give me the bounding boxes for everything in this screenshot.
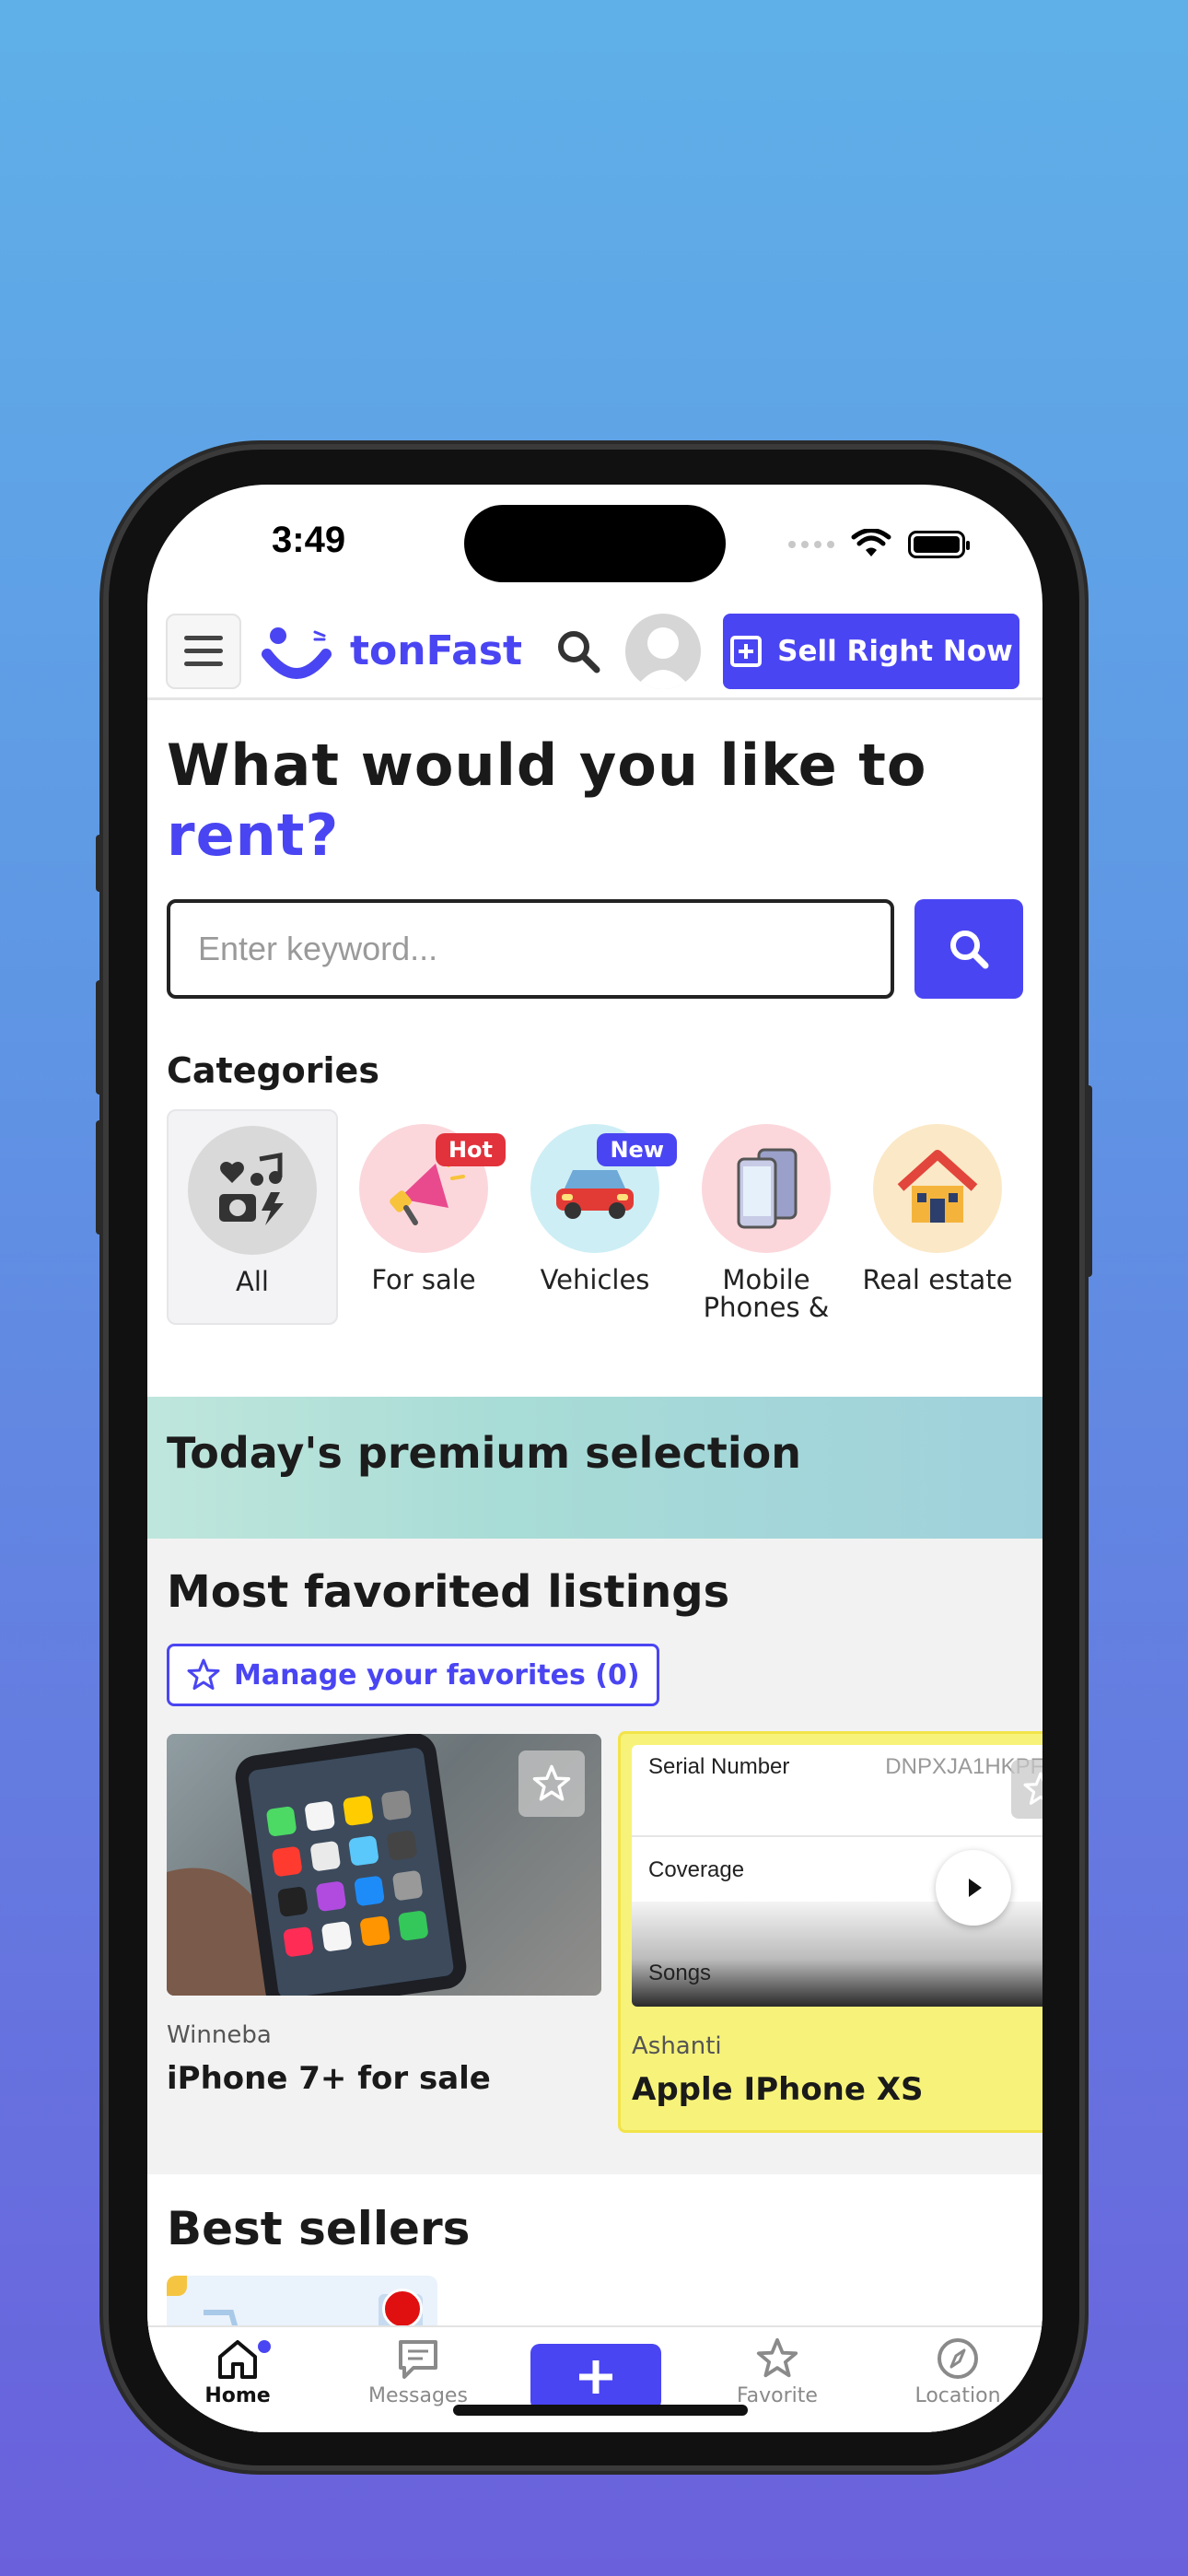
status-time: 3:49 bbox=[272, 520, 346, 560]
mute-switch bbox=[96, 835, 103, 892]
category-label: All bbox=[236, 1266, 269, 1297]
category-mobile-phones[interactable]: Mobile Phones & bbox=[681, 1109, 852, 1325]
home-indicator[interactable] bbox=[453, 2405, 748, 2416]
battery-icon bbox=[908, 531, 970, 558]
smile-logo-icon bbox=[262, 626, 332, 679]
coverage-label: Coverage bbox=[648, 1857, 745, 1882]
sell-right-now-button[interactable]: Sell Right Now bbox=[722, 613, 1019, 689]
sell-button-label: Sell Right Now bbox=[777, 634, 1013, 668]
category-list: All Hot For sale New Vehicles Mobile Pho… bbox=[167, 1109, 1023, 1325]
house-icon bbox=[873, 1124, 1002, 1253]
tab-label: Location bbox=[914, 2384, 1001, 2407]
star-icon bbox=[756, 2337, 798, 2378]
tab-messages[interactable]: Messages bbox=[335, 2336, 501, 2407]
volume-down-button bbox=[96, 1120, 103, 1235]
bottom-tab-bar: Home Messages Favorite Location bbox=[147, 2325, 1042, 2432]
star-outline-icon bbox=[187, 1658, 220, 1690]
tab-location[interactable]: Location bbox=[875, 2336, 1041, 2407]
category-vehicles[interactable]: New Vehicles bbox=[509, 1109, 681, 1325]
power-button bbox=[1085, 1085, 1092, 1277]
listing-image: Serial Number DNPXJA1HKPFI Coverage Song… bbox=[632, 1745, 1042, 2007]
logo[interactable]: tonFast bbox=[258, 619, 522, 684]
signal-icon bbox=[788, 541, 834, 548]
serial-number-label: Serial Number bbox=[648, 1754, 790, 1779]
play-icon bbox=[969, 1879, 982, 1897]
search-icon bbox=[950, 931, 989, 969]
new-badge: New bbox=[597, 1133, 677, 1166]
listing-location: Winneba bbox=[167, 2021, 272, 2049]
tab-label: Home bbox=[204, 2384, 271, 2407]
home-icon bbox=[218, 2340, 257, 2379]
avatar[interactable] bbox=[624, 613, 701, 689]
category-label: For sale bbox=[371, 1264, 476, 1295]
status-icons bbox=[788, 529, 970, 560]
wifi-icon bbox=[851, 529, 891, 556]
category-label: Vehicles bbox=[540, 1264, 650, 1295]
volume-up-button bbox=[96, 980, 103, 1095]
favorited-listings-section: Most favorited listings Manage your favo… bbox=[147, 1539, 1042, 2174]
categories-title: Categories bbox=[167, 1050, 379, 1091]
compass-icon bbox=[938, 2338, 978, 2379]
category-all[interactable]: All bbox=[167, 1109, 338, 1325]
app-header: tonFast Sell Right Now bbox=[147, 604, 1042, 700]
add-listing-button[interactable] bbox=[530, 2344, 661, 2410]
listing-image bbox=[167, 1734, 601, 1996]
search-icon[interactable] bbox=[555, 628, 601, 674]
menu-button[interactable] bbox=[166, 613, 241, 689]
media-icon bbox=[188, 1126, 317, 1255]
best-sellers-title: Best sellers bbox=[167, 2202, 471, 2255]
songs-label: Songs bbox=[648, 1961, 712, 1985]
star-outline-icon bbox=[532, 1764, 571, 1801]
tab-label: Favorite bbox=[737, 2384, 818, 2407]
tab-label: Messages bbox=[368, 2384, 468, 2407]
listing-title: Apple IPhone XS bbox=[632, 2071, 924, 2108]
star-outline-icon bbox=[1023, 1772, 1042, 1805]
listing-card[interactable]: Winneba iPhone 7+ for sale bbox=[167, 1734, 601, 2097]
search-field[interactable] bbox=[167, 899, 894, 999]
category-real-estate[interactable]: Real estate bbox=[852, 1109, 1023, 1325]
manage-favorites-button[interactable]: Manage your favorites (0) bbox=[167, 1644, 659, 1706]
premium-title: Today's premium selection bbox=[167, 1428, 802, 1478]
user-icon bbox=[634, 626, 692, 689]
premium-banner[interactable]: Today's premium selection bbox=[147, 1397, 1042, 1539]
app-screen: 3:49 tonFast Sell Right Now What would y… bbox=[147, 485, 1042, 2432]
listing-location: Ashanti bbox=[632, 2032, 722, 2060]
title-line-2: rent? bbox=[167, 802, 340, 869]
phones-icon bbox=[702, 1124, 831, 1253]
logo-text: tonFast bbox=[350, 627, 522, 674]
message-icon bbox=[399, 2340, 437, 2379]
tab-home[interactable]: Home bbox=[155, 2336, 320, 2407]
category-for-sale[interactable]: Hot For sale bbox=[338, 1109, 509, 1325]
tab-favorite[interactable]: Favorite bbox=[694, 2336, 860, 2407]
favorites-title: Most favorited listings bbox=[167, 1566, 730, 1618]
play-button[interactable] bbox=[936, 1850, 1011, 1926]
search-input[interactable] bbox=[198, 930, 891, 968]
manage-favorites-label: Manage your favorites (0) bbox=[234, 1658, 640, 1692]
listing-card-highlighted[interactable]: Serial Number DNPXJA1HKPFI Coverage Song… bbox=[618, 1731, 1042, 2133]
plus-square-icon bbox=[730, 635, 763, 667]
notification-dot bbox=[258, 2340, 271, 2353]
record-dot-icon bbox=[382, 2289, 423, 2329]
title-line-1: What would you like to bbox=[167, 732, 927, 799]
search-submit-button[interactable] bbox=[914, 899, 1023, 999]
dynamic-island bbox=[464, 505, 726, 582]
favorite-toggle-button[interactable] bbox=[1011, 1760, 1042, 1819]
category-label: Real estate bbox=[862, 1264, 1013, 1295]
hot-badge: Hot bbox=[435, 1133, 506, 1166]
category-label: Mobile Phones & bbox=[703, 1264, 830, 1323]
page-title: What would you like to rent? bbox=[167, 731, 927, 871]
plus-icon bbox=[579, 2360, 612, 2394]
listing-title: iPhone 7+ for sale bbox=[167, 2060, 491, 2097]
favorite-toggle-button[interactable] bbox=[518, 1751, 585, 1817]
